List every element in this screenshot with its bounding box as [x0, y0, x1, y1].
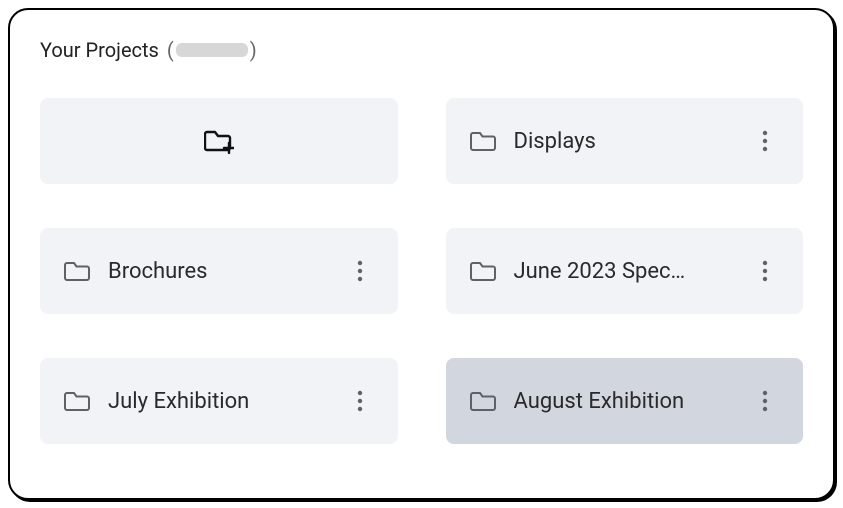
folder-plus-icon: [204, 128, 234, 154]
folder-icon: [64, 390, 90, 412]
projects-panel: Your Projects () Displays: [8, 8, 835, 500]
folder-icon: [470, 390, 496, 412]
project-tile-june-2023[interactable]: June 2023 Spec…: [446, 228, 804, 314]
project-menu-button[interactable]: [749, 125, 781, 157]
project-label: Displays: [514, 129, 738, 154]
project-label: August Exhibition: [514, 389, 738, 414]
project-menu-button[interactable]: [749, 255, 781, 287]
projects-grid: Displays Brochures: [40, 98, 803, 444]
project-tile-august-exhibition[interactable]: August Exhibition: [446, 358, 804, 444]
folder-icon: [470, 130, 496, 152]
project-label: Brochures: [108, 259, 332, 284]
folder-icon: [64, 260, 90, 282]
section-title: Your Projects: [40, 38, 159, 62]
project-tile-displays[interactable]: Displays: [446, 98, 804, 184]
section-header: Your Projects (): [40, 38, 803, 62]
more-vertical-icon: [357, 260, 363, 282]
more-vertical-icon: [357, 390, 363, 412]
more-vertical-icon: [762, 260, 768, 282]
project-label: July Exhibition: [108, 389, 332, 414]
more-vertical-icon: [762, 390, 768, 412]
folder-icon: [470, 260, 496, 282]
project-label: June 2023 Spec…: [514, 259, 738, 284]
new-project-tile[interactable]: [40, 98, 398, 184]
more-vertical-icon: [762, 130, 768, 152]
count-placeholder: [176, 43, 248, 57]
project-menu-button[interactable]: [749, 385, 781, 417]
project-menu-button[interactable]: [344, 385, 376, 417]
project-count: (): [167, 38, 257, 62]
project-tile-brochures[interactable]: Brochures: [40, 228, 398, 314]
project-menu-button[interactable]: [344, 255, 376, 287]
project-tile-july-exhibition[interactable]: July Exhibition: [40, 358, 398, 444]
